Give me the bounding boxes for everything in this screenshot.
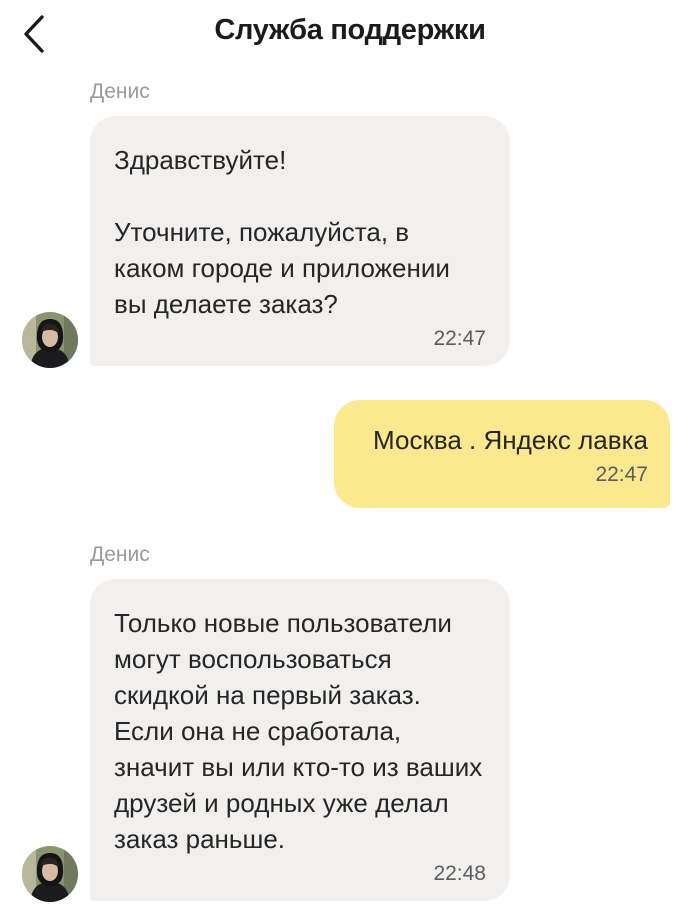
sender-name: Денис [90,80,150,103]
page-title: Служба поддержки [214,14,486,46]
chat-header: Служба поддержки [0,0,700,72]
user-avatar-icon [22,846,78,902]
chat-screen: Служба поддержки Денис Здравствуйте! Уто… [0,0,700,914]
message-time: 22:48 [433,862,486,885]
incoming-message-bubble[interactable]: Только новые пользователи могут воспольз… [90,579,510,901]
message-text: Только новые пользователи могут воспольз… [114,608,483,854]
outgoing-message-bubble[interactable]: Москва . Яндекс лавка 22:47 [334,400,670,508]
avatar[interactable] [22,312,78,368]
avatar[interactable] [22,846,78,902]
incoming-message-bubble[interactable]: Здравствуйте! Уточните, пожалуйста, в ка… [90,116,510,366]
message-time: 22:47 [595,463,648,486]
message-time: 22:47 [433,327,486,350]
user-avatar-icon [22,312,78,368]
sender-name: Денис [90,543,150,566]
message-text: Москва . Яндекс лавка [373,425,648,455]
message-text: Здравствуйте! Уточните, пожалуйста, в ка… [114,145,450,319]
